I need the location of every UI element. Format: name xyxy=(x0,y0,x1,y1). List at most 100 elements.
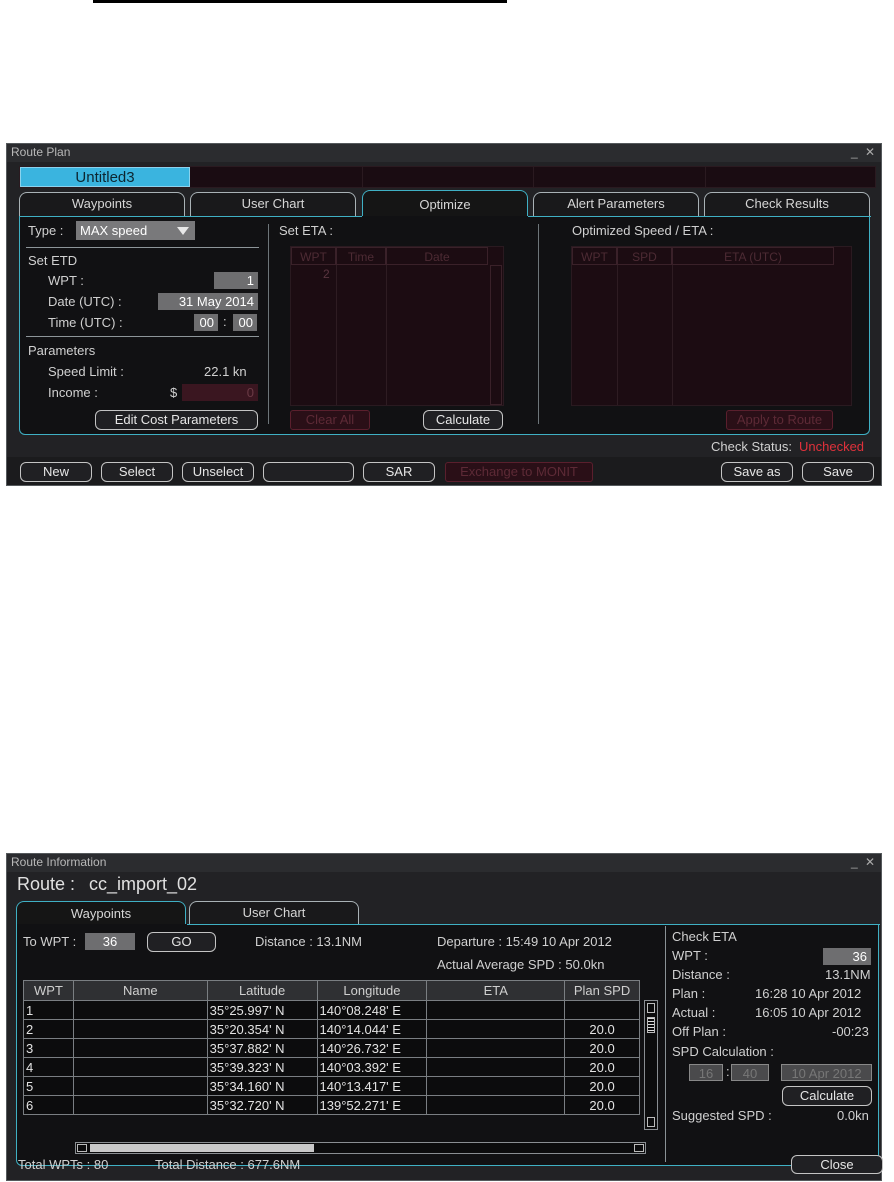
column-header[interactable]: Name xyxy=(72,980,208,1001)
table-cell[interactable]: 35°20.354' N xyxy=(206,1019,318,1039)
table-cell[interactable]: 20.0 xyxy=(564,1019,640,1039)
table-cell[interactable]: 5 xyxy=(23,1076,74,1096)
go-button[interactable]: GO xyxy=(147,932,216,952)
table-row[interactable]: 6 35°32.720' N 139°52.271' E 20.0 xyxy=(23,1095,640,1115)
route-plan-titlebar[interactable]: Route Plan _ ✕ xyxy=(7,144,881,162)
tab-user-chart[interactable]: User Chart xyxy=(189,901,359,925)
table-cell[interactable] xyxy=(72,1038,208,1058)
set-eta-row-wpt[interactable]: 2 xyxy=(323,267,330,281)
table-cell[interactable] xyxy=(426,1095,566,1115)
table-cell[interactable] xyxy=(426,1000,566,1020)
save-as-button[interactable]: Save as xyxy=(721,462,793,482)
edit-cost-parameters-button[interactable]: Edit Cost Parameters xyxy=(95,410,258,430)
table-cell[interactable]: 35°39.323' N xyxy=(206,1057,318,1077)
table-cell[interactable]: 139°52.271' E xyxy=(316,1095,428,1115)
off-plan-label: Off Plan : xyxy=(672,1024,726,1039)
table-cell[interactable]: 6 xyxy=(23,1095,74,1115)
table-cell[interactable] xyxy=(426,1076,566,1096)
table-row[interactable]: 3 35°37.882' N 140°26.732' E 20.0 xyxy=(23,1038,640,1058)
close-button[interactable]: Close xyxy=(791,1155,883,1174)
spd-date-field[interactable]: 10 Apr 2012 xyxy=(781,1064,872,1081)
tab-waypoints[interactable]: Waypoints xyxy=(19,192,185,216)
table-cell[interactable]: 140°13.417' E xyxy=(316,1076,428,1096)
scroll-h-thumb[interactable] xyxy=(90,1144,314,1152)
table-cell[interactable] xyxy=(564,1000,640,1020)
scrollbar[interactable] xyxy=(490,265,502,405)
table-cell[interactable]: 20.0 xyxy=(564,1057,640,1077)
table-cell[interactable] xyxy=(426,1019,566,1039)
spd-hh-field[interactable]: 16 xyxy=(689,1064,723,1081)
table-cell[interactable]: 20.0 xyxy=(564,1038,640,1058)
column-header[interactable]: Latitude xyxy=(206,980,318,1001)
table-row[interactable]: 4 35°39.323' N 140°03.392' E 20.0 xyxy=(23,1057,640,1077)
table-cell[interactable]: 1 xyxy=(23,1000,74,1020)
etd-date-field[interactable]: 31 May 2014 xyxy=(158,293,258,310)
unselect-button[interactable]: Unselect xyxy=(182,462,254,482)
table-cell[interactable] xyxy=(72,1000,208,1020)
tab-alert-parameters[interactable]: Alert Parameters xyxy=(533,192,699,216)
scroll-thumb[interactable] xyxy=(647,1017,655,1033)
window-controls[interactable]: _ ✕ xyxy=(851,145,877,159)
column-header[interactable]: Longitude xyxy=(316,980,428,1001)
table-cell[interactable] xyxy=(426,1057,566,1077)
to-wpt-field[interactable]: 36 xyxy=(85,933,135,950)
window-controls[interactable]: _ ✕ xyxy=(851,855,877,869)
apply-to-route-button[interactable]: Apply to Route xyxy=(726,410,833,430)
route-tab-untitled3[interactable]: Untitled3 xyxy=(20,167,190,187)
table-row[interactable]: 1 35°25.997' N 140°08.248' E xyxy=(23,1000,640,1020)
check-wpt-field[interactable]: 36 xyxy=(823,948,871,965)
column-header[interactable]: WPT xyxy=(23,980,74,1001)
table-row[interactable]: 2 35°20.354' N 140°14.044' E 20.0 xyxy=(23,1019,640,1039)
calculate-button[interactable]: Calculate xyxy=(423,410,503,430)
table-cell[interactable]: 140°03.392' E xyxy=(316,1057,428,1077)
table-cell[interactable]: 20.0 xyxy=(564,1076,640,1096)
type-select[interactable]: MAX speed xyxy=(76,221,195,240)
horizontal-scrollbar[interactable] xyxy=(75,1142,646,1154)
sar-button[interactable]: SAR xyxy=(363,462,435,482)
clear-all-button[interactable]: Clear All xyxy=(290,410,370,430)
table-cell[interactable]: 2 xyxy=(23,1019,74,1039)
table-cell[interactable]: 35°37.882' N xyxy=(206,1038,318,1058)
table-cell[interactable]: 35°32.720' N xyxy=(206,1095,318,1115)
scroll-left-icon[interactable] xyxy=(77,1144,87,1152)
scroll-down-icon[interactable] xyxy=(647,1117,655,1127)
table-cell[interactable] xyxy=(72,1019,208,1039)
table-cell[interactable]: 4 xyxy=(23,1057,74,1077)
table-cell[interactable] xyxy=(72,1057,208,1077)
column-divider xyxy=(665,926,666,1162)
table-cell[interactable] xyxy=(72,1076,208,1096)
scroll-up-icon[interactable] xyxy=(647,1003,655,1013)
income-field[interactable]: 0 xyxy=(182,384,258,401)
tab-optimize[interactable]: Optimize xyxy=(362,190,528,216)
etd-wpt-field[interactable]: 1 xyxy=(214,272,258,289)
blank-button[interactable] xyxy=(263,462,354,482)
new-button[interactable]: New xyxy=(20,462,92,482)
scroll-right-icon[interactable] xyxy=(634,1144,644,1152)
route-tab-divider xyxy=(705,167,706,187)
route-info-titlebar[interactable]: Route Information _ ✕ xyxy=(7,854,881,872)
tab-user-chart[interactable]: User Chart xyxy=(190,192,356,216)
table-cell[interactable]: 35°25.997' N xyxy=(206,1000,318,1020)
save-button[interactable]: Save xyxy=(802,462,874,482)
table-cell[interactable]: 20.0 xyxy=(564,1095,640,1115)
table-cell[interactable] xyxy=(72,1095,208,1115)
exchange-to-monit-button[interactable]: Exchange to MONIT xyxy=(445,462,593,482)
table-cell[interactable]: 35°34.160' N xyxy=(206,1076,318,1096)
calculate-button[interactable]: Calculate xyxy=(782,1086,872,1106)
tab-waypoints[interactable]: Waypoints xyxy=(16,901,186,925)
etd-time-mm[interactable]: 00 xyxy=(233,314,257,331)
table-cell[interactable]: 140°08.248' E xyxy=(316,1000,428,1020)
tab-check-results[interactable]: Check Results xyxy=(704,192,870,216)
column-header[interactable]: ETA xyxy=(426,980,566,1001)
table-cell[interactable]: 140°14.044' E xyxy=(316,1019,428,1039)
spd-time-sep: : xyxy=(726,1064,730,1079)
table-cell[interactable] xyxy=(426,1038,566,1058)
table-cell[interactable]: 140°26.732' E xyxy=(316,1038,428,1058)
etd-time-hh[interactable]: 00 xyxy=(194,314,218,331)
spd-mm-field[interactable]: 40 xyxy=(731,1064,769,1081)
table-cell[interactable]: 3 xyxy=(23,1038,74,1058)
column-header[interactable]: Plan SPD xyxy=(564,980,640,1001)
table-row[interactable]: 5 35°34.160' N 140°13.417' E 20.0 xyxy=(23,1076,640,1096)
select-button[interactable]: Select xyxy=(101,462,173,482)
vertical-scrollbar[interactable] xyxy=(644,1000,658,1130)
